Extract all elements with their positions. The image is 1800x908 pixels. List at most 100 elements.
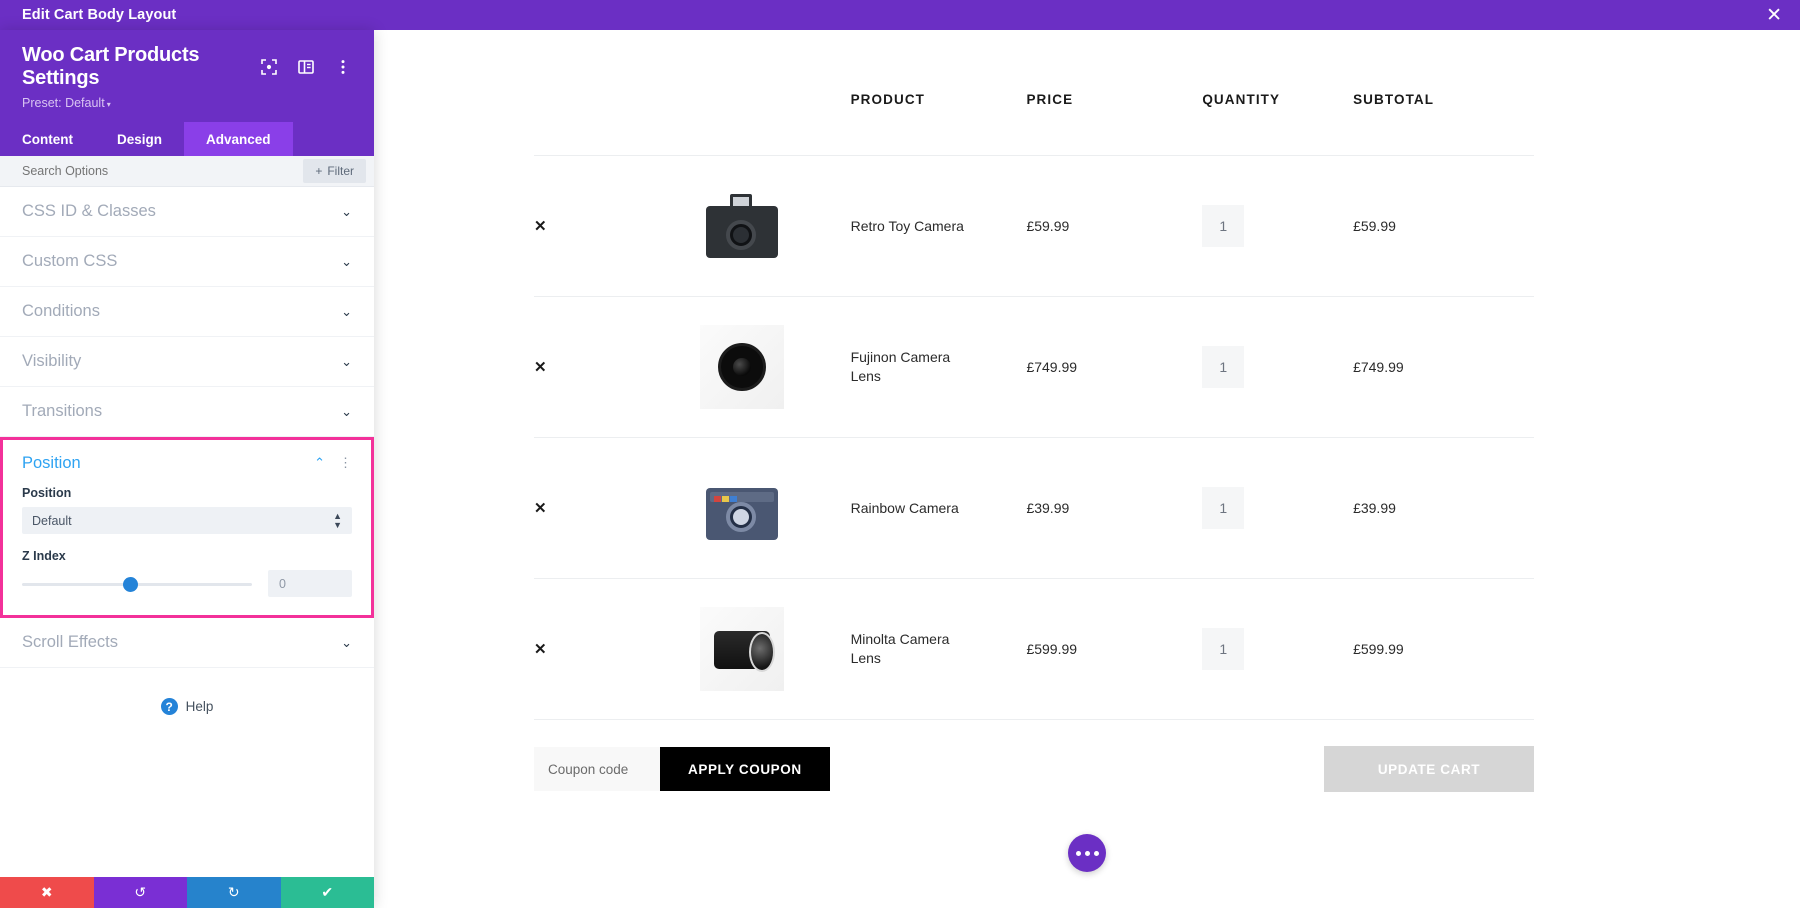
table-row: ✕ Minolta Camera Lens £599.99 1 £599.99 [534, 578, 1534, 720]
chevron-down-icon: ⌄ [341, 403, 352, 419]
cancel-button[interactable]: ✖ [0, 877, 94, 908]
tab-advanced[interactable]: Advanced [184, 122, 293, 156]
cart-footer: Coupon code APPLY COUPON UPDATE CART [534, 746, 1534, 792]
quantity-stepper[interactable]: 1 [1202, 205, 1245, 247]
vertical-dots-icon[interactable] [334, 58, 352, 76]
save-button[interactable]: ✔ [280, 877, 374, 908]
panel-tabs: Content Design Advanced [0, 122, 374, 156]
product-name[interactable]: Minolta Camera Lens [851, 630, 971, 668]
position-field-label: Position [22, 486, 72, 500]
sidebar-item-scroll-effects[interactable]: Scroll Effects ⌄ [0, 618, 374, 668]
product-price: £59.99 [1026, 155, 1203, 297]
position-section: Position ⌃ ⋮ Position Default ▲ ▼ Z Index [0, 437, 374, 618]
options-list: CSS ID & Classes ⌄ Custom CSS ⌄ Conditio… [0, 187, 374, 877]
column-subtotal: SUBTOTAL [1353, 92, 1534, 156]
minolta-camera-lens-thumb[interactable] [699, 607, 784, 691]
filter-button[interactable]: + Filter [303, 159, 366, 183]
sidebar-item-visibility[interactable]: Visibility ⌄ [0, 337, 374, 387]
close-icon[interactable]: ✕ [1766, 6, 1782, 25]
dot-icon [1075, 850, 1081, 856]
panel-title: Woo Cart Products Settings [22, 44, 200, 89]
quantity-stepper[interactable]: 1 [1202, 487, 1245, 529]
update-cart-button[interactable]: UPDATE CART [1324, 746, 1534, 792]
position-section-title: Position [22, 453, 81, 472]
chevron-down-icon: ⌄ [341, 203, 352, 219]
remove-item-button[interactable]: ✕ [534, 500, 547, 517]
preset-label: Preset: Default [22, 96, 105, 110]
tab-content[interactable]: Content [0, 122, 95, 156]
quantity-stepper[interactable]: 1 [1202, 346, 1245, 388]
option-label: Conditions [22, 302, 100, 320]
option-label: Custom CSS [22, 252, 118, 270]
more-options-fab[interactable] [1068, 834, 1106, 872]
option-label: Transitions [22, 402, 103, 420]
zindex-value: 0 [279, 576, 286, 591]
product-subtotal: £59.99 [1353, 155, 1534, 297]
product-subtotal: £39.99 [1353, 437, 1534, 579]
column-product: PRODUCT [850, 92, 1027, 156]
cart-table: PRODUCT PRICE QUANTITY SUBTOTAL ✕ Retro … [534, 92, 1534, 720]
position-section-header[interactable]: Position ⌃ ⋮ [3, 440, 371, 486]
remove-item-button[interactable]: ✕ [534, 218, 547, 235]
option-label: Scroll Effects [22, 633, 118, 651]
redo-button[interactable]: ↻ [187, 877, 281, 908]
chevron-up-icon[interactable]: ⌃ [314, 455, 325, 471]
retro-toy-camera-thumb[interactable] [699, 184, 784, 268]
window-title-bar: Edit Cart Body Layout ✕ [0, 0, 1800, 30]
search-bar: + Filter [0, 156, 374, 187]
undo-button[interactable]: ↺ [93, 877, 187, 908]
sidebar-item-conditions[interactable]: Conditions ⌄ [0, 287, 374, 337]
column-quantity: QUANTITY [1202, 92, 1354, 156]
column-price: PRICE [1026, 92, 1203, 156]
coupon-input[interactable]: Coupon code [534, 747, 660, 791]
option-label: CSS ID & Classes [22, 202, 156, 220]
table-row: ✕ Retro Toy Camera £59.99 1 £59.99 [534, 155, 1534, 297]
rainbow-camera-thumb[interactable] [699, 466, 784, 550]
sidebar-item-custom-css[interactable]: Custom CSS ⌄ [0, 237, 374, 287]
chevron-down-icon: ⌄ [341, 253, 352, 269]
slider-handle[interactable] [123, 576, 139, 592]
zindex-input[interactable]: 0 [268, 570, 352, 597]
product-price: £599.99 [1026, 578, 1203, 720]
chevron-down-icon: ▾ [106, 100, 111, 109]
product-price: £39.99 [1026, 437, 1203, 579]
focus-target-icon[interactable] [260, 58, 278, 76]
zindex-field-label: Z Index [22, 549, 66, 563]
remove-item-button[interactable]: ✕ [534, 641, 547, 658]
product-name[interactable]: Fujinon Camera Lens [851, 348, 971, 386]
search-input[interactable] [22, 164, 304, 178]
quantity-stepper[interactable]: 1 [1202, 628, 1245, 670]
product-price: £749.99 [1026, 296, 1203, 438]
help-label: Help [185, 699, 214, 714]
position-field: Position Default ▲ ▼ [3, 486, 371, 534]
sidebar-item-transitions[interactable]: Transitions ⌄ [0, 387, 374, 437]
product-subtotal: £599.99 [1353, 578, 1534, 720]
window-title: Edit Cart Body Layout [22, 7, 177, 23]
position-select[interactable]: Default ▲ ▼ [22, 507, 352, 534]
vertical-dots-icon[interactable]: ⋮ [339, 455, 352, 471]
table-row: ✕ Rainbow Camera £39.99 1 £39.99 [534, 437, 1534, 579]
product-name[interactable]: Retro Toy Camera [851, 217, 971, 236]
panel-header: Woo Cart Products Settings Preset: Defau… [0, 30, 374, 122]
cart-preview: PRODUCT PRICE QUANTITY SUBTOTAL ✕ Retro … [374, 30, 1800, 908]
sidebar-item-css-id-classes[interactable]: CSS ID & Classes ⌄ [0, 187, 374, 237]
chevron-down-icon: ⌄ [341, 303, 352, 319]
option-label: Visibility [22, 352, 82, 370]
filter-button-label: Filter [327, 164, 354, 178]
help-link[interactable]: ? Help [0, 668, 374, 715]
plus-icon: + [315, 164, 323, 178]
dot-icon [1093, 850, 1099, 856]
preset-selector[interactable]: Preset: Default ▾ [22, 96, 352, 110]
chevron-down-icon: ⌄ [341, 634, 352, 650]
cart-table-header: PRODUCT PRICE QUANTITY SUBTOTAL [534, 92, 1534, 156]
position-select-value: Default [32, 513, 72, 528]
apply-coupon-button[interactable]: APPLY COUPON [660, 747, 830, 791]
remove-item-button[interactable]: ✕ [534, 359, 547, 376]
fujinon-camera-lens-thumb[interactable] [699, 325, 784, 409]
settings-panel: Woo Cart Products Settings Preset: Defau… [0, 30, 374, 908]
panel-footer: ✖ ↺ ↻ ✔ [0, 877, 374, 908]
layout-columns-icon[interactable] [297, 58, 315, 76]
tab-design[interactable]: Design [95, 122, 184, 156]
zindex-slider[interactable] [22, 575, 252, 593]
product-name[interactable]: Rainbow Camera [851, 499, 971, 518]
